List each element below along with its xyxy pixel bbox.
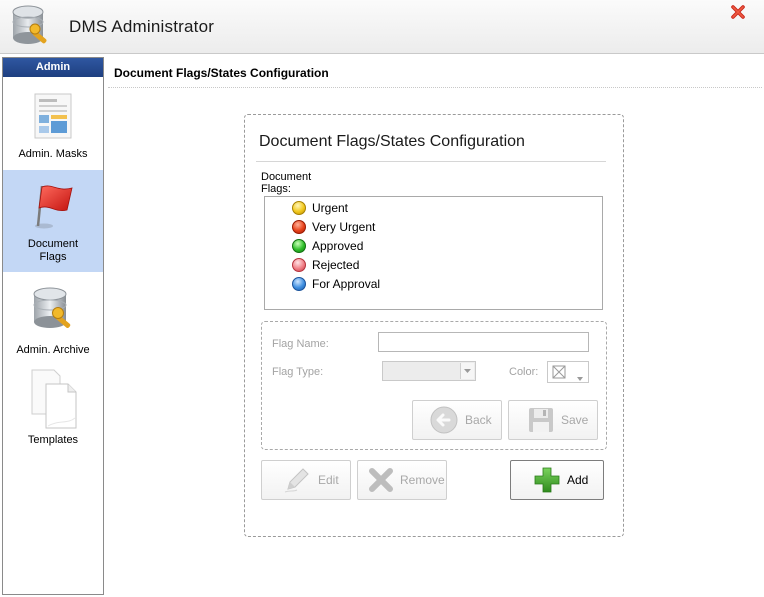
- title-divider: [108, 87, 762, 88]
- admin-sidebar: Admin Admin. Masks Document Flags Admin.…: [2, 57, 104, 595]
- sidebar-item-label: Document Flags: [27, 238, 79, 263]
- edit-label: Edit: [318, 473, 339, 487]
- panel-divider: [256, 161, 606, 162]
- list-item-flag-approved[interactable]: Approved: [292, 237, 363, 255]
- database-key-icon: [7, 2, 55, 50]
- list-item-flag-rejected[interactable]: Rejected: [292, 256, 359, 274]
- close-button[interactable]: [728, 3, 748, 23]
- sidebar-header: Admin: [3, 58, 103, 77]
- flag-name-label: Flag Name:: [272, 338, 329, 350]
- window-title: DMS Administrator: [69, 17, 215, 36]
- remove-button[interactable]: Remove: [357, 460, 447, 500]
- no-color-icon: [552, 365, 568, 382]
- flag-name: Very Urgent: [312, 220, 376, 234]
- pencil-icon: [282, 465, 312, 495]
- blue-flag-orb-icon: [292, 277, 306, 291]
- flag-name: Rejected: [312, 258, 360, 272]
- sidebar-item-label: Templates: [27, 434, 79, 446]
- sidebar-item-admin-archive[interactable]: Admin. Archive: [3, 280, 103, 360]
- list-item-flag-very-urgent[interactable]: Very Urgent: [292, 218, 375, 236]
- panel-title: Document Flags/States Configuration: [259, 133, 525, 150]
- archive-database-icon: [29, 284, 77, 334]
- remove-x-icon: [368, 467, 394, 493]
- main-content: Document Flags/States Configuration Docu…: [106, 57, 762, 595]
- sidebar-item-admin-masks[interactable]: Admin. Masks: [3, 86, 103, 166]
- sidebar-item-label: Admin. Masks: [18, 148, 88, 160]
- green-plus-icon: [533, 466, 561, 494]
- title-bar: DMS Administrator: [0, 0, 764, 54]
- sidebar-item-document-flags[interactable]: Document Flags: [3, 170, 103, 272]
- flag-type-label: Flag Type:: [272, 366, 324, 378]
- flag-type-select[interactable]: [382, 361, 476, 381]
- green-flag-orb-icon: [292, 239, 306, 253]
- yellow-flag-orb-icon: [292, 201, 306, 215]
- masks-document-icon: [32, 92, 74, 140]
- back-button[interactable]: Back: [412, 400, 502, 440]
- back-label: Back: [465, 413, 492, 427]
- add-label: Add: [567, 473, 589, 487]
- page-title: Document Flags/States Configuration: [114, 66, 329, 80]
- save-label: Save: [561, 413, 589, 427]
- close-icon[interactable]: [730, 4, 746, 23]
- flags-list-label: Document Flags:: [261, 171, 312, 195]
- flag-edit-group: Flag Name: Flag Type: Color: Back Save: [261, 321, 607, 450]
- edit-button[interactable]: Edit: [261, 460, 351, 500]
- save-button[interactable]: Save: [508, 400, 598, 440]
- flag-name: For Approval: [312, 277, 381, 291]
- color-picker[interactable]: [547, 361, 589, 383]
- chevron-down-icon[interactable]: [577, 370, 583, 384]
- flag-name: Approved: [312, 239, 364, 253]
- add-button[interactable]: Add: [510, 460, 604, 500]
- color-label: Color:: [509, 366, 539, 378]
- list-item-flag-for-approval[interactable]: For Approval: [292, 275, 380, 293]
- chevron-down-icon[interactable]: [460, 363, 474, 379]
- templates-pages-icon: [24, 368, 82, 430]
- remove-label: Remove: [400, 473, 445, 487]
- sidebar-item-label: Admin. Archive: [16, 344, 90, 356]
- red-flag-orb-icon: [292, 220, 306, 234]
- floppy-disk-icon: [527, 406, 555, 434]
- flags-listbox[interactable]: Urgent Very Urgent Approved Rejected For…: [264, 196, 603, 310]
- flag-name-input[interactable]: [378, 332, 589, 352]
- pink-flag-orb-icon: [292, 258, 306, 272]
- back-arrow-icon: [429, 405, 459, 435]
- red-flag-icon: [30, 182, 76, 230]
- flag-name: Urgent: [312, 201, 349, 215]
- flags-config-panel: Document Flags/States Configuration Docu…: [244, 114, 624, 537]
- list-item-flag-urgent[interactable]: Urgent: [292, 199, 348, 217]
- sidebar-item-templates[interactable]: Templates: [3, 366, 103, 452]
